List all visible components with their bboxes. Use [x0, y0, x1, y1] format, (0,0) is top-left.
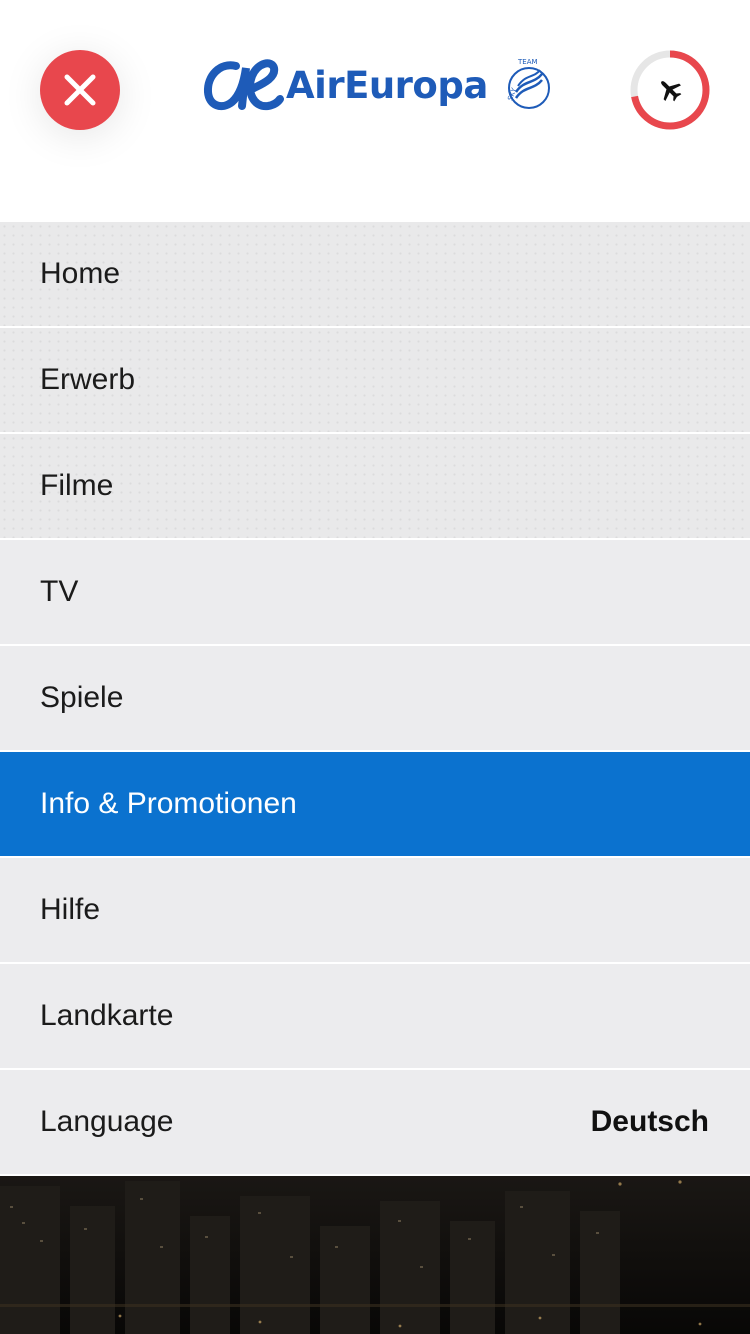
menu-item-label: Spiele — [40, 681, 124, 714]
main-menu: Home Erwerb Filme TV Spiele Info & Promotione… — [0, 222, 750, 1176]
menu-item-spiele[interactable]: Spiele — [0, 646, 750, 752]
menu-item-filme[interactable]: Filme — [0, 434, 750, 540]
close-icon — [64, 74, 96, 106]
close-menu-button[interactable] — [40, 50, 120, 130]
menu-item-tv[interactable]: TV — [0, 540, 750, 646]
menu-item-info-promotionen[interactable]: Info & Promotionen — [0, 752, 750, 858]
app-header: AirEuropa SKY TEAM — [0, 0, 750, 222]
menu-item-label: Home — [40, 257, 121, 290]
menu-item-label: Erwerb — [40, 363, 136, 396]
svg-text:TEAM: TEAM — [517, 58, 538, 66]
air-europa-ae-mark-icon — [204, 59, 284, 111]
logo-brand-text: AirEuropa — [286, 63, 488, 107]
menu-item-label: Landkarte — [40, 999, 174, 1032]
skyteam-logo-icon: SKY TEAM — [506, 58, 550, 109]
city-night-background — [0, 1176, 750, 1334]
menu-item-language[interactable]: Language Deutsch — [0, 1070, 750, 1176]
menu-item-erwerb[interactable]: Erwerb — [0, 328, 750, 434]
flight-progress-button[interactable] — [628, 48, 712, 132]
menu-item-landkarte[interactable]: Landkarte — [0, 964, 750, 1070]
menu-item-home[interactable]: Home — [0, 222, 750, 328]
flight-progress-ring — [630, 50, 710, 130]
menu-item-label: Hilfe — [40, 893, 101, 926]
menu-item-label: Language — [40, 1105, 174, 1138]
menu-item-label: TV — [40, 575, 79, 608]
language-value: Deutsch — [590, 1105, 709, 1138]
menu-item-hilfe[interactable]: Hilfe — [0, 858, 750, 964]
air-europa-logo: AirEuropa SKY TEAM — [202, 52, 558, 118]
menu-item-label: Filme — [40, 469, 114, 502]
menu-item-label: Info & Promotionen — [40, 787, 297, 820]
